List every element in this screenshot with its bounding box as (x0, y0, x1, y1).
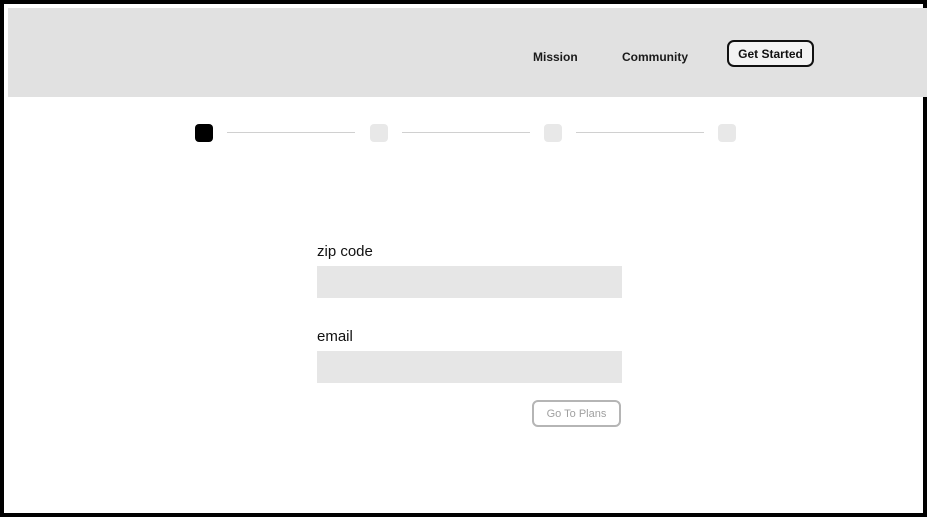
email-label: email (317, 328, 353, 345)
step-connector-3 (576, 132, 704, 133)
step-2-indicator[interactable] (370, 124, 388, 142)
email-input[interactable] (317, 351, 622, 383)
step-connector-2 (402, 132, 530, 133)
step-4-indicator[interactable] (718, 124, 736, 142)
go-to-plans-button[interactable]: Go To Plans (532, 400, 621, 427)
zip-code-label: zip code (317, 243, 373, 260)
step-1-indicator[interactable] (195, 124, 213, 142)
app-frame: Mission Community Get Started zip code e… (0, 0, 927, 517)
progress-stepper (4, 4, 927, 144)
step-connector-1 (227, 132, 355, 133)
zip-code-input[interactable] (317, 266, 622, 298)
step-3-indicator[interactable] (544, 124, 562, 142)
